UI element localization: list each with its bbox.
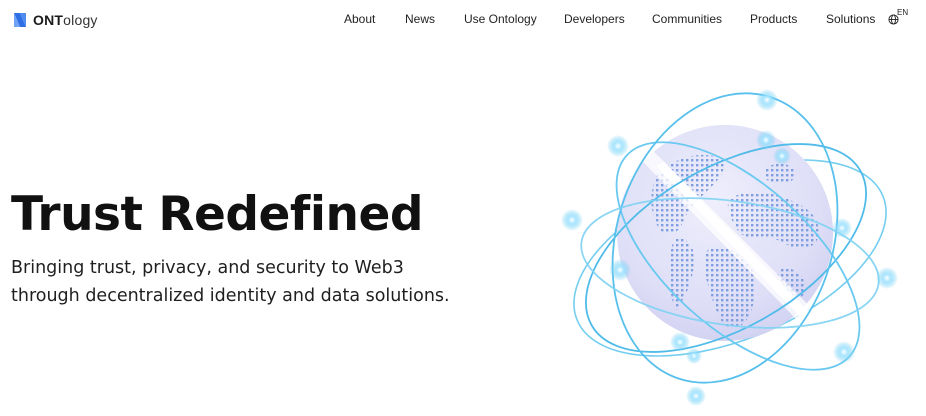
site-header: ONTology About News Use Ontology Develop… bbox=[0, 0, 926, 40]
hero-title: Trust Redefined bbox=[11, 187, 423, 242]
language-selector[interactable]: EN bbox=[888, 8, 914, 28]
main-nav: About News Use Ontology Developers Commu… bbox=[0, 12, 926, 28]
nav-item-solutions[interactable]: Solutions bbox=[826, 12, 875, 26]
nav-item-developers[interactable]: Developers bbox=[564, 12, 625, 26]
hero-subtitle: Bringing trust, privacy, and security to… bbox=[11, 254, 491, 310]
language-label: EN bbox=[897, 8, 909, 17]
hero-subtitle-line-2: through decentralized identity and data … bbox=[11, 286, 450, 306]
nav-item-news[interactable]: News bbox=[405, 12, 435, 26]
hero-subtitle-line-1: Bringing trust, privacy, and security to… bbox=[11, 258, 404, 278]
nav-item-products[interactable]: Products bbox=[750, 12, 797, 26]
nav-item-use-ontology[interactable]: Use Ontology bbox=[464, 12, 537, 26]
globe-illustration bbox=[561, 89, 898, 406]
nav-item-about[interactable]: About bbox=[344, 12, 375, 26]
page: ONTology About News Use Ontology Develop… bbox=[0, 0, 926, 416]
nav-item-communities[interactable]: Communities bbox=[652, 12, 722, 26]
